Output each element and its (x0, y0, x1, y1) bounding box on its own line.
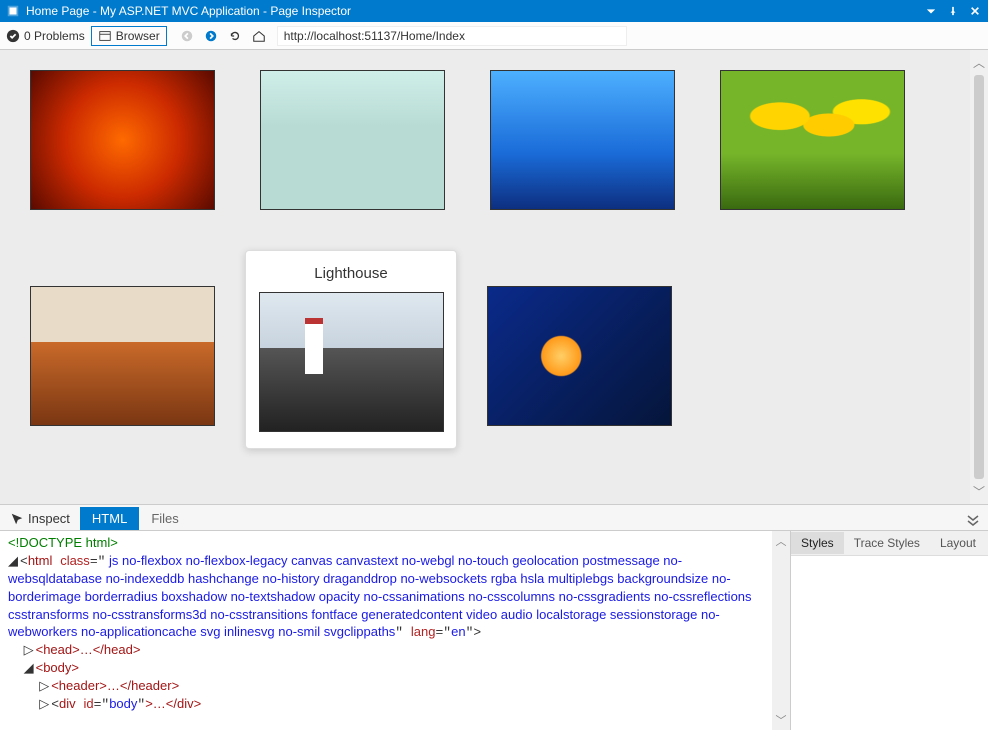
tab-files[interactable]: Files (139, 507, 190, 530)
titlebar: Home Page - My ASP.NET MVC Application -… (0, 0, 988, 22)
scroll-down-icon[interactable]: ﹀ (973, 483, 985, 500)
browser-button-label: Browser (116, 29, 160, 43)
side-tab-layout[interactable]: Layout (930, 532, 986, 554)
problems-count-label: 0 Problems (24, 29, 85, 43)
gallery-image[interactable] (487, 286, 672, 426)
scroll-up-icon[interactable]: ︿ (973, 54, 985, 71)
html-source-view[interactable]: <!DOCTYPE html> ◢<html class=" js no-fle… (0, 531, 772, 730)
highlighted-card-title: Lighthouse (258, 261, 444, 292)
browser-button[interactable]: Browser (91, 26, 167, 46)
gallery-image[interactable] (30, 286, 215, 426)
gallery-image[interactable] (259, 292, 444, 432)
toolbar: 0 Problems Browser http://localhost:5113… (0, 22, 988, 50)
nav-forward-icon[interactable] (203, 28, 219, 44)
titlebar-title: Home Page - My ASP.NET MVC Application -… (26, 4, 351, 18)
close-icon[interactable] (968, 4, 982, 18)
problems-indicator[interactable]: 0 Problems (6, 29, 85, 43)
app-icon (6, 4, 20, 18)
inspect-label: Inspect (28, 511, 70, 526)
home-icon[interactable] (251, 28, 267, 44)
gallery-image[interactable] (490, 70, 675, 210)
scroll-up-icon[interactable]: ︿ (776, 533, 787, 549)
side-panel: Styles Trace Styles Layout Att (790, 531, 988, 730)
pin-icon[interactable] (946, 4, 960, 18)
side-tab-styles[interactable]: Styles (791, 532, 844, 554)
url-field[interactable]: http://localhost:51137/Home/Index (277, 26, 627, 46)
preview-scrollbar[interactable]: ︿ ﹀ (970, 50, 988, 504)
gallery-image[interactable] (720, 70, 905, 210)
scroll-down-icon[interactable]: ﹀ (776, 712, 787, 728)
chevron-down-icon[interactable] (958, 513, 988, 530)
inspect-button[interactable]: Inspect (0, 507, 80, 530)
side-tab-trace-styles[interactable]: Trace Styles (844, 532, 930, 554)
bottom-panel: <!DOCTYPE html> ◢<html class=" js no-fle… (0, 530, 988, 730)
tab-html[interactable]: HTML (80, 507, 139, 530)
side-panel-body (791, 556, 988, 730)
browser-preview: Lighthouse (0, 50, 970, 504)
code-scrollbar[interactable]: ︿ ﹀ (772, 531, 790, 730)
refresh-icon[interactable] (227, 28, 243, 44)
gallery-image[interactable] (30, 70, 215, 210)
gallery-image[interactable] (260, 70, 445, 210)
nav-back-icon[interactable] (179, 28, 195, 44)
code-doctype: <!DOCTYPE html> (8, 535, 118, 550)
window-options-icon[interactable] (924, 4, 938, 18)
highlighted-card[interactable]: Lighthouse (245, 250, 457, 449)
inspector-bar: Inspect HTML Files (0, 504, 988, 530)
